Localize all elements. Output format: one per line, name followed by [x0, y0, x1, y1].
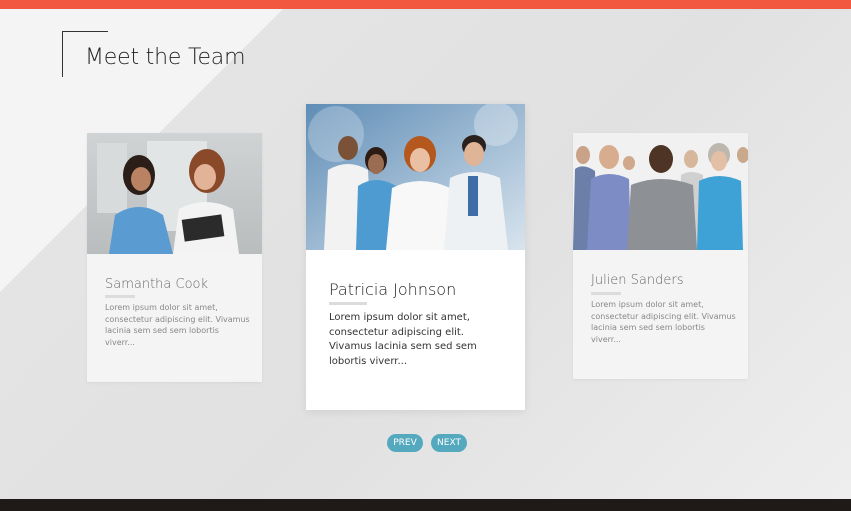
section-title: Meet the Team [85, 45, 246, 70]
next-button[interactable]: NEXT [431, 434, 467, 452]
name-underline [105, 295, 135, 298]
team-photo-samantha [87, 133, 262, 254]
team-photo-patricia [306, 104, 525, 250]
team-card-name: Samantha Cook [105, 277, 209, 292]
team-card-name: Patricia Johnson [329, 280, 457, 299]
team-card-julien[interactable]: Julien Sanders Lorem ipsum dolor sit ame… [573, 133, 748, 379]
team-card-description: Lorem ipsum dolor sit amet, consectetur … [329, 312, 477, 367]
top-accent-bar [0, 0, 851, 9]
name-underline [591, 292, 621, 295]
name-underline [329, 302, 367, 305]
team-card-description: Lorem ipsum dolor sit amet, consectetur … [591, 300, 736, 344]
team-photo-julien [573, 133, 748, 250]
prev-button[interactable]: PREV [387, 434, 423, 452]
team-card-description: Lorem ipsum dolor sit amet, consectetur … [105, 303, 250, 347]
bottom-dark-bar [0, 499, 851, 511]
team-card-patricia[interactable]: Patricia Johnson Lorem ipsum dolor sit a… [306, 104, 525, 410]
team-card-name: Julien Sanders [591, 273, 684, 288]
team-card-samantha[interactable]: Samantha Cook Lorem ipsum dolor sit amet… [87, 133, 262, 382]
